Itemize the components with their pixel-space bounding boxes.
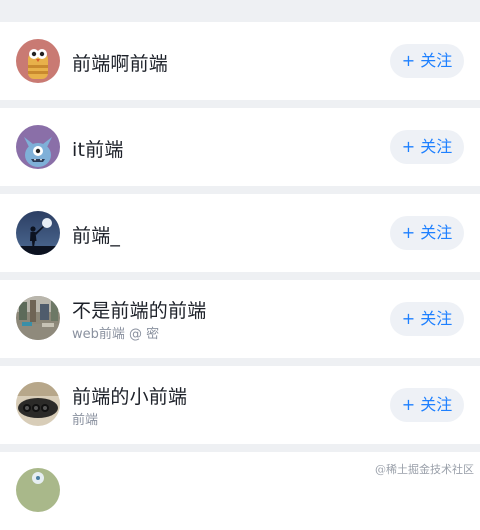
follow-label: 关注 bbox=[420, 309, 453, 328]
follow-button[interactable]: + 关注 bbox=[390, 216, 464, 250]
user-row[interactable]: 前端的小前端 前端 + 关注 bbox=[0, 366, 480, 444]
watermark: @稀土掘金技术社区 bbox=[375, 463, 474, 476]
follow-button[interactable]: + 关注 bbox=[390, 302, 464, 336]
user-subtitle: web前端 @ 密 bbox=[72, 327, 160, 342]
user-name[interactable]: 不是前端的前端 bbox=[72, 296, 206, 323]
plus-icon: + bbox=[401, 395, 416, 414]
plus-icon: + bbox=[401, 223, 416, 242]
user-row[interactable]: 前端啊前端 + 关注 bbox=[0, 22, 480, 100]
follow-label: 关注 bbox=[420, 223, 453, 242]
user-row[interactable]: 前端_ + 关注 bbox=[0, 194, 480, 272]
user-row[interactable]: it前端 + 关注 bbox=[0, 108, 480, 186]
green-cartoon-avatar-icon[interactable] bbox=[16, 468, 60, 512]
user-subtitle: 前端 bbox=[72, 413, 99, 428]
follow-label: 关注 bbox=[420, 137, 453, 156]
follow-button[interactable]: + 关注 bbox=[390, 130, 464, 164]
blue-monster-avatar-icon[interactable] bbox=[16, 125, 60, 169]
user-name[interactable]: it前端 bbox=[72, 135, 124, 162]
follow-label: 关注 bbox=[420, 51, 453, 70]
night-silhouette-avatar-icon[interactable] bbox=[16, 211, 60, 255]
plus-icon: + bbox=[401, 137, 416, 156]
user-name[interactable]: 前端_ bbox=[72, 221, 120, 248]
user-row[interactable]: 不是前端的前端 web前端 @ 密 + 关注 bbox=[0, 280, 480, 358]
owl-cartoon-avatar-icon[interactable] bbox=[16, 39, 60, 83]
follow-button[interactable]: + 关注 bbox=[390, 44, 464, 78]
binoculars-photo-avatar-icon[interactable] bbox=[16, 382, 60, 426]
user-name[interactable]: 前端啊前端 bbox=[72, 49, 168, 76]
user-name[interactable]: 前端的小前端 bbox=[72, 382, 187, 409]
plus-icon: + bbox=[401, 309, 416, 328]
street-photo-avatar-icon[interactable] bbox=[16, 296, 60, 340]
plus-icon: + bbox=[401, 51, 416, 70]
follow-button[interactable]: + 关注 bbox=[390, 388, 464, 422]
follow-label: 关注 bbox=[420, 395, 453, 414]
